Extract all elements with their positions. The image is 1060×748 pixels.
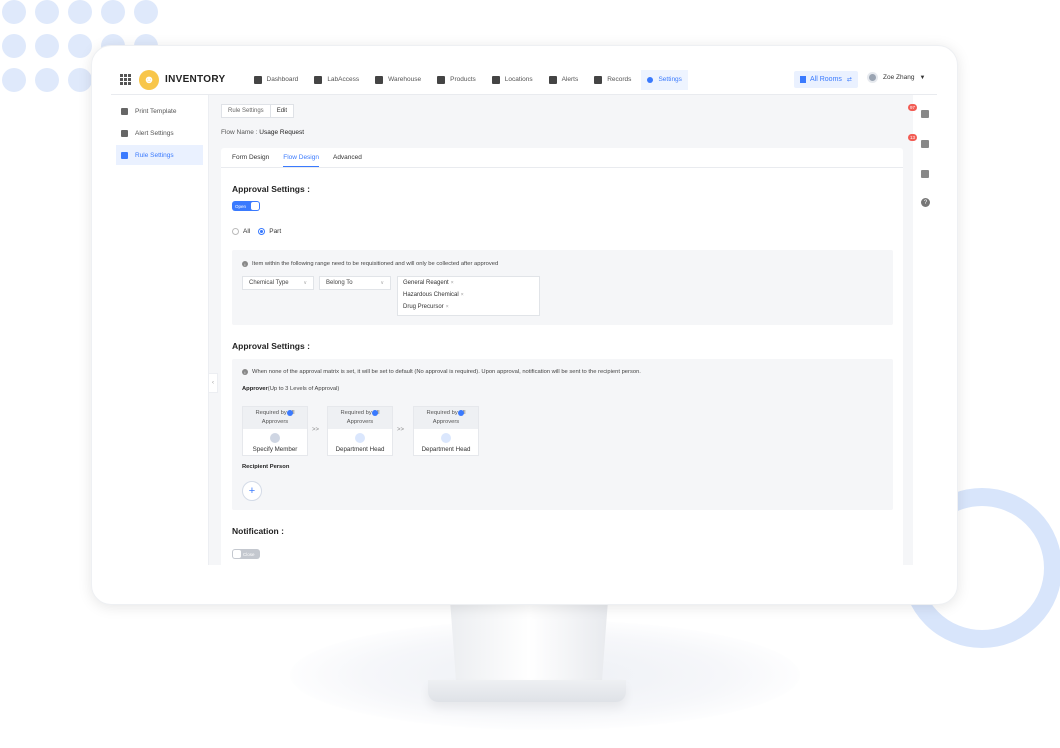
brand-logo-icon: ☻ (139, 69, 159, 90)
products-icon (437, 75, 446, 84)
notification-title: Notification : (232, 526, 284, 536)
main-nav: Dashboard LabAccess Warehouse Products L… (253, 65, 704, 95)
tab-form-design[interactable]: Form Design (232, 148, 269, 167)
nav-item-records[interactable]: Records (594, 70, 631, 90)
switch-icon: ⇄ (846, 77, 852, 83)
recipient-person-label: Recipient Person (242, 464, 290, 470)
room-icon (800, 76, 806, 83)
labaccess-icon (314, 75, 323, 84)
brand-name: INVENTORY (165, 74, 226, 85)
approval-matrix-panel: i When none of the approval matrix is set… (232, 359, 893, 510)
records-icon (594, 75, 603, 84)
nav-item-settings[interactable]: Settings (641, 69, 688, 90)
top-navbar: ☻ INVENTORY Dashboard LabAccess Warehous… (111, 65, 937, 95)
info-icon: i (242, 369, 248, 375)
dashboard-icon (253, 75, 262, 84)
edit-badge-icon (372, 410, 378, 416)
settings-icon (647, 76, 654, 83)
belong-to-select[interactable]: Belong To ∨ (319, 276, 391, 290)
sidebar-item-alert-settings[interactable]: Alert Settings (116, 123, 203, 143)
approver-card[interactable]: Required by All Approvers Specify Member (242, 406, 308, 456)
info-icon: i (242, 261, 248, 267)
level-arrow: >> (312, 427, 320, 433)
print-template-icon (121, 107, 128, 115)
sidebar-item-rule-settings[interactable]: Rule Settings (116, 145, 203, 165)
chevron-down-icon: ∨ (303, 280, 307, 286)
approver-label: Approver(Up to 3 Levels of Approval) (242, 386, 340, 392)
chemical-type-select[interactable]: Chemical Type ∨ (242, 276, 314, 290)
user-icon (355, 433, 365, 443)
room-selector[interactable]: All Rooms ⇄ (794, 71, 858, 88)
briefcase-icon[interactable] (921, 170, 929, 178)
remove-tag-icon[interactable]: × (446, 304, 449, 310)
tab-flow-design[interactable]: Flow Design (283, 148, 319, 167)
sidebar-item-print-template[interactable]: Print Template (116, 101, 203, 121)
notification-badge: 97 (908, 104, 918, 111)
category-tag-input[interactable]: General Reagent × Hazardous Chemical × Dru… (397, 276, 540, 316)
settings-sidebar: Print Template Alert Settings Rule Setti… (111, 95, 209, 565)
caret-down-icon: ▼ (919, 74, 926, 81)
sidebar-collapse-button[interactable]: ‹ (209, 373, 218, 393)
help-icon[interactable]: ? (921, 198, 930, 207)
alert-settings-icon (121, 129, 128, 137)
tab-advanced[interactable]: Advanced (333, 148, 362, 167)
nav-item-warehouse[interactable]: Warehouse (375, 70, 421, 90)
approval-toggle[interactable]: Open (232, 201, 260, 211)
monitor-base (428, 680, 626, 702)
breadcrumb-rule-settings[interactable]: Rule Settings (221, 104, 271, 118)
apps-grid-icon[interactable] (120, 74, 131, 85)
member-icon (270, 433, 280, 443)
alerts-icon (548, 75, 557, 84)
range-radio-group: All Part (232, 228, 281, 235)
range-panel: i Item within the following range need to… (232, 250, 893, 325)
remove-tag-icon[interactable]: × (451, 280, 454, 286)
editor-tabs: Form Design Flow Design Advanced (221, 148, 903, 168)
rule-settings-icon (121, 151, 128, 159)
level-arrow: >> (397, 427, 405, 433)
warehouse-icon (375, 75, 384, 84)
range-info: i Item within the following range need to… (242, 261, 498, 267)
locations-icon (491, 75, 500, 84)
nav-item-products[interactable]: Products (437, 70, 476, 90)
flow-name: Flow Name : Usage Request (221, 129, 305, 136)
nav-item-alerts[interactable]: Alerts (548, 70, 578, 90)
edit-badge-icon (458, 410, 464, 416)
app-screen: ☻ INVENTORY Dashboard LabAccess Warehous… (111, 65, 937, 565)
flow-editor-card: Form Design Flow Design Advanced Approva… (221, 148, 903, 565)
radio-all[interactable] (232, 228, 239, 235)
edit-badge-icon (287, 410, 293, 416)
avatar (867, 72, 878, 83)
breadcrumb: Rule Settings Edit (221, 104, 295, 118)
task-badge: 13 (908, 134, 918, 141)
radio-part[interactable] (258, 228, 266, 235)
tag-drug-precursor: Drug Precursor × (403, 304, 449, 310)
nav-item-locations[interactable]: Locations (491, 70, 533, 90)
approval-settings-title: Approval Settings : (232, 184, 310, 194)
monitor-neck (450, 600, 608, 685)
remove-tag-icon[interactable]: × (461, 292, 464, 298)
task-icon[interactable] (921, 140, 929, 148)
right-utility-bar: 97 13 ? (908, 95, 937, 565)
notification-toggle[interactable]: Close (232, 549, 260, 559)
approver-card[interactable]: Required by All Approvers Department Head (413, 406, 479, 456)
breadcrumb-edit: Edit (270, 104, 295, 118)
add-recipient-button[interactable]: + (242, 481, 262, 501)
tag-general-reagent: General Reagent × (403, 280, 454, 286)
user-menu[interactable]: Zoe Zhang ▼ (867, 72, 925, 83)
tag-hazardous-chemical: Hazardous Chemical × (403, 292, 464, 298)
matrix-info: i When none of the approval matrix is set… (242, 369, 641, 375)
bell-icon[interactable] (921, 110, 929, 118)
approval-matrix-title: Approval Settings : (232, 341, 310, 351)
chevron-down-icon: ∨ (380, 280, 384, 286)
nav-item-labaccess[interactable]: LabAccess (314, 70, 359, 90)
nav-item-dashboard[interactable]: Dashboard (253, 70, 298, 90)
approver-card[interactable]: Required by All Approvers Department Head (327, 406, 393, 456)
user-icon (441, 433, 451, 443)
